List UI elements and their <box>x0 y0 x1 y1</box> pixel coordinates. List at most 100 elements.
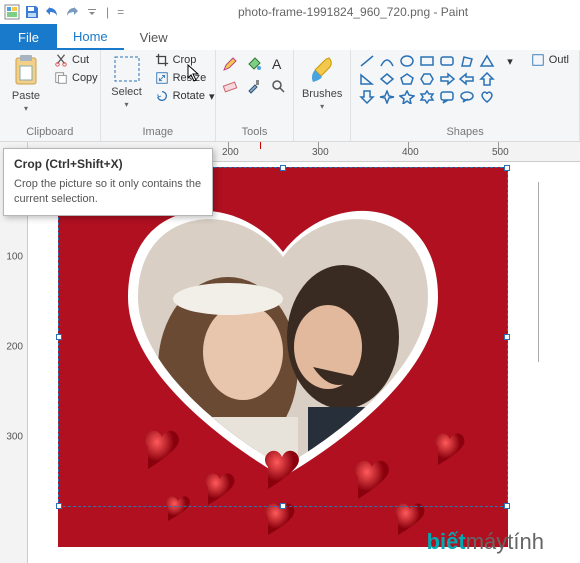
vertical-ruler: 100 200 300 <box>0 162 28 563</box>
canvas-edge <box>538 182 539 362</box>
shape-star4-icon[interactable] <box>379 90 395 104</box>
shape-triangle-icon[interactable] <box>479 54 495 68</box>
shape-polygon-icon[interactable] <box>459 54 475 68</box>
save-icon[interactable] <box>24 4 40 20</box>
shape-callout1-icon[interactable] <box>439 90 455 104</box>
vruler-mark: 100 <box>6 252 23 263</box>
tab-view[interactable]: View <box>124 24 184 50</box>
shape-pentagon-icon[interactable] <box>399 72 415 86</box>
shape-oval-icon[interactable] <box>399 54 415 68</box>
selection-marquee[interactable] <box>58 167 508 507</box>
shape-arrowd-icon[interactable] <box>359 90 375 104</box>
copy-label: Copy <box>72 72 98 84</box>
shape-arrowr-icon[interactable] <box>439 72 455 86</box>
cut-label: Cut <box>72 54 89 66</box>
eraser-icon[interactable] <box>222 78 238 94</box>
outline-label: Outl <box>549 54 569 66</box>
ruler-mark: 200 <box>222 147 239 158</box>
ruler-mark: 400 <box>402 147 419 158</box>
chevron-down-icon: ▾ <box>320 102 324 111</box>
chevron-down-icon: ▾ <box>507 55 513 68</box>
ruler-mark: 300 <box>312 147 329 158</box>
shape-star6-icon[interactable] <box>419 90 435 104</box>
rotate-icon <box>155 89 169 103</box>
vruler-mark: 300 <box>6 432 23 443</box>
chevron-down-icon: ▾ <box>24 104 28 113</box>
ribbon: Paste ▾ Cut Copy Clipboard Select ▾ <box>0 50 580 142</box>
tab-home[interactable]: Home <box>57 24 124 50</box>
shape-roundrect-icon[interactable] <box>439 54 455 68</box>
group-tools-label: Tools <box>222 124 287 141</box>
group-brushes: Brushes ▾ <box>294 50 351 141</box>
rotate-label: Rotate <box>173 90 205 102</box>
crop-button[interactable]: Crop <box>151 52 219 68</box>
watermark-b: máytính <box>466 529 544 554</box>
resize-icon <box>155 71 169 85</box>
select-label: Select <box>111 86 142 98</box>
shape-curve-icon[interactable] <box>379 54 395 68</box>
cursor-icon <box>187 64 201 82</box>
watermark: biếtmáytính <box>427 529 544 555</box>
paste-button[interactable]: Paste ▾ <box>6 52 46 116</box>
resize-button[interactable]: Resize <box>151 70 219 86</box>
separator: = <box>117 5 124 19</box>
brushes-label: Brushes <box>302 88 342 100</box>
shapes-gallery[interactable] <box>357 52 499 108</box>
outline-icon <box>531 53 545 67</box>
group-image-label: Image <box>107 124 209 141</box>
group-shapes-label: Shapes <box>357 124 573 141</box>
eyedropper-icon[interactable] <box>246 78 262 94</box>
separator: | <box>106 5 109 19</box>
copy-icon <box>54 71 68 85</box>
tab-view-label: View <box>140 30 168 45</box>
shape-rect-icon[interactable] <box>419 54 435 68</box>
svg-text:A: A <box>272 56 282 72</box>
tab-home-label: Home <box>73 29 108 44</box>
ribbon-tabs: File Home View <box>0 24 580 50</box>
shape-heart-icon[interactable] <box>479 90 495 104</box>
watermark-a: biết <box>427 529 466 554</box>
tooltip-body: Crop the picture so it only contains the… <box>14 177 202 207</box>
shape-hexagon-icon[interactable] <box>419 72 435 86</box>
magnifier-icon[interactable] <box>270 78 286 94</box>
text-icon[interactable]: A <box>270 56 286 72</box>
tab-file[interactable]: File <box>0 24 57 50</box>
tooltip-crop: Crop (Ctrl+Shift+X) Crop the picture so … <box>3 148 213 216</box>
tab-file-label: File <box>18 30 39 45</box>
vruler-mark: 200 <box>6 342 23 353</box>
pencil-icon[interactable] <box>222 56 238 72</box>
rotate-button[interactable]: Rotate ▾ <box>151 88 219 104</box>
paste-label: Paste <box>12 90 40 102</box>
crop-icon <box>155 53 169 67</box>
bucket-icon[interactable] <box>246 56 262 72</box>
select-button[interactable]: Select ▾ <box>107 52 147 112</box>
window-title: photo-frame-1991824_960_720.png - Paint <box>130 5 576 19</box>
group-tools: A Tools <box>216 50 294 141</box>
undo-icon[interactable] <box>44 4 60 20</box>
shapes-more-button[interactable]: ▾ <box>503 54 517 69</box>
group-clipboard: Paste ▾ Cut Copy Clipboard <box>0 50 101 141</box>
chevron-down-icon: ▾ <box>209 90 215 103</box>
quick-access-toolbar: | = photo-frame-1991824_960_720.png - Pa… <box>0 0 580 24</box>
shape-line-icon[interactable] <box>359 54 375 68</box>
shape-star5-icon[interactable] <box>399 90 415 104</box>
shape-arrowl-icon[interactable] <box>459 72 475 86</box>
group-clipboard-label: Clipboard <box>6 124 94 141</box>
redo-icon[interactable] <box>64 4 80 20</box>
app-icon <box>4 4 20 20</box>
work-area: 100 200 300 <box>0 162 580 563</box>
shape-arrowu-icon[interactable] <box>479 72 495 86</box>
chevron-down-icon: ▾ <box>125 100 129 109</box>
copy-button[interactable]: Copy <box>50 70 102 86</box>
shape-callout2-icon[interactable] <box>459 90 475 104</box>
tooltip-title: Crop (Ctrl+Shift+X) <box>14 157 202 171</box>
ruler-mark: 500 <box>492 147 509 158</box>
scissors-icon <box>54 53 68 67</box>
qat-dropdown-icon[interactable] <box>84 4 100 20</box>
cut-button[interactable]: Cut <box>50 52 102 68</box>
shape-outline-button[interactable]: Outl <box>527 52 573 68</box>
canvas[interactable]: biếtmáytính <box>28 162 580 563</box>
shape-rtriangle-icon[interactable] <box>359 72 375 86</box>
brushes-button[interactable]: Brushes ▾ <box>300 52 344 114</box>
shape-diamond-icon[interactable] <box>379 72 395 86</box>
